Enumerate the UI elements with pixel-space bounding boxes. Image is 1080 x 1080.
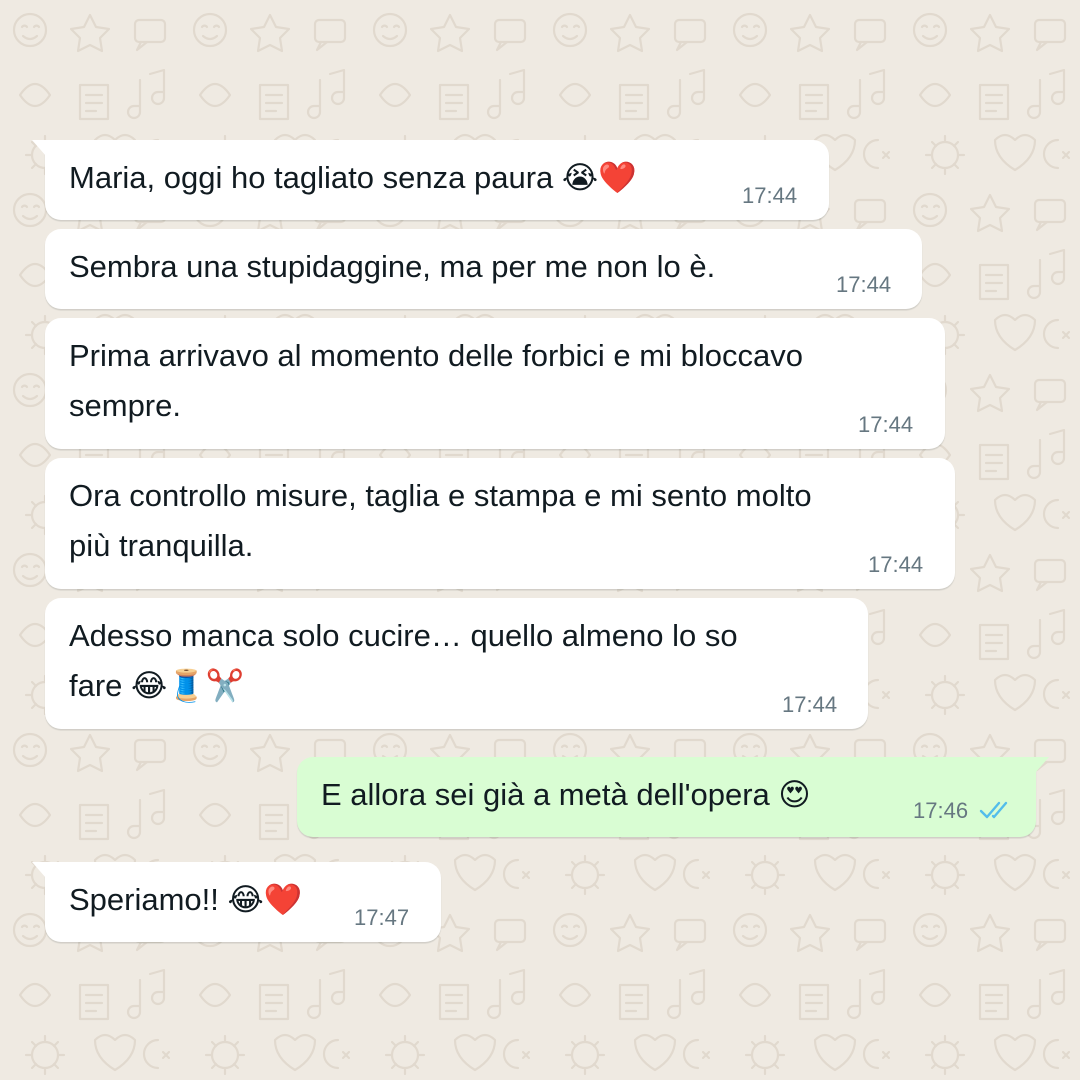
message-line: Prima arrivavo al momento delle forbici … [69, 338, 803, 373]
message-timestamp: 17:44 [868, 552, 924, 577]
bubble-tail [1035, 757, 1049, 773]
message-text: Prima arrivavo al momento delle forbici … [69, 331, 803, 431]
message-text: Maria, oggi ho tagliato senza paura 😭❤️ [69, 153, 637, 203]
message-text: Speriamo!! 😂❤️ [69, 875, 302, 925]
message-line: più tranquilla. [69, 528, 254, 563]
message-line: E allora sei già a metà dell'opera 😍 [321, 777, 811, 812]
message-timestamp: 17:44 [858, 412, 914, 437]
chat-message-list: Maria, oggi ho tagliato senza paura 😭❤️ … [0, 0, 1080, 1080]
message-line: Sembra una stupidaggine, ma per me non l… [69, 249, 716, 284]
message-text: Ora controllo misure, taglia e stampa e … [69, 471, 812, 571]
incoming-message[interactable]: Maria, oggi ho tagliato senza paura 😭❤️ … [32, 140, 829, 220]
message-timestamp: 17:46 [913, 798, 969, 823]
incoming-message[interactable]: Sembra una stupidaggine, ma per me non l… [45, 229, 922, 309]
message-timestamp: 17:47 [354, 905, 410, 930]
outgoing-message[interactable]: E allora sei già a metà dell'opera 😍 17:… [297, 757, 1049, 837]
double-check-icon [979, 801, 1008, 819]
bubble-tail [32, 862, 46, 878]
incoming-message[interactable]: Adesso manca solo cucire… quello almeno … [45, 598, 868, 729]
message-text: E allora sei già a metà dell'opera 😍 [321, 770, 811, 820]
message-line: Ora controllo misure, taglia e stampa e … [69, 478, 812, 513]
incoming-message[interactable]: Ora controllo misure, taglia e stampa e … [45, 458, 955, 589]
message-line: sempre. [69, 388, 181, 423]
message-line: Maria, oggi ho tagliato senza paura 😭❤️ [69, 160, 637, 195]
incoming-message[interactable]: Prima arrivavo al momento delle forbici … [45, 318, 945, 449]
message-text: Sembra una stupidaggine, ma per me non l… [69, 242, 715, 292]
message-line: fare 😂🧵✂️ [69, 668, 245, 703]
message-line: Speriamo!! 😂❤️ [69, 882, 303, 917]
message-text: Adesso manca solo cucire… quello almeno … [69, 611, 738, 711]
message-timestamp: 17:44 [782, 692, 838, 717]
message-timestamp: 17:44 [742, 183, 798, 208]
message-line: Adesso manca solo cucire… quello almeno … [69, 618, 738, 653]
bubble-tail [32, 140, 46, 156]
message-timestamp: 17:44 [836, 272, 892, 297]
incoming-message[interactable]: Speriamo!! 😂❤️ 17:47 [32, 862, 441, 942]
